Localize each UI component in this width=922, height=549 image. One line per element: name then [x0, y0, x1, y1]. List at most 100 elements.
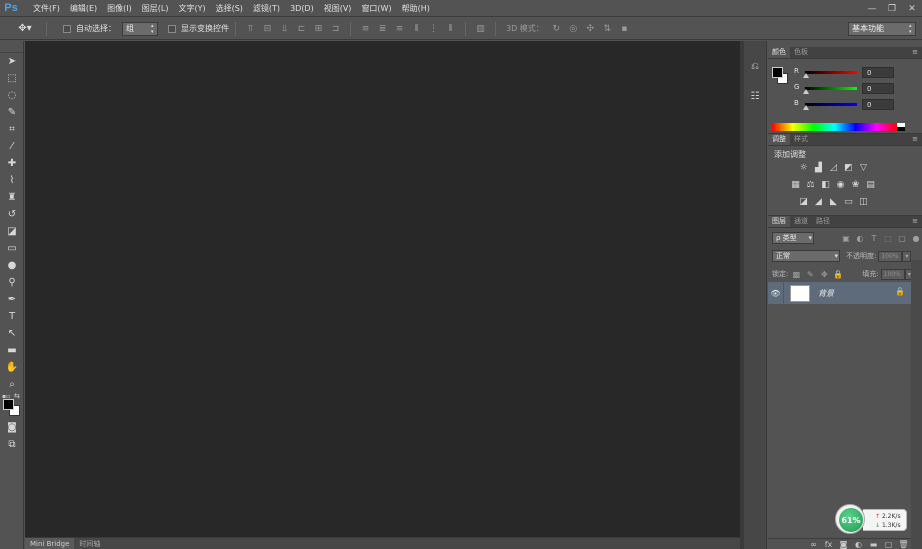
path-select-tool-icon[interactable]: ↖ [0, 325, 24, 342]
hand-tool-icon[interactable]: ✋ [0, 359, 24, 376]
slider-track-b[interactable] [805, 103, 857, 106]
history-brush-tool-icon[interactable]: ↺ [0, 206, 24, 223]
show-transform-checkbox[interactable] [168, 24, 176, 33]
eraser-tool-icon[interactable]: ◪ [0, 223, 24, 240]
distribute-hcenter-icon[interactable]: ⋮ [427, 23, 440, 35]
lock-position-icon[interactable]: ✥ [818, 268, 830, 280]
3d-scale-icon[interactable]: ▪ [618, 23, 631, 35]
layer-thumbnail[interactable] [790, 284, 810, 302]
shape-tool-icon[interactable]: ▬ [0, 342, 24, 359]
3d-rotate-icon[interactable]: ↻ [550, 23, 563, 35]
color-spectrum[interactable] [772, 123, 897, 131]
crop-tool-icon[interactable]: ⌗ [0, 121, 24, 138]
layer-row[interactable]: 👁 背景 🔒 [768, 282, 911, 304]
menu-image[interactable]: 图像(I) [102, 0, 137, 17]
align-bottom-icon[interactable]: ⫫ [278, 23, 291, 35]
align-right-icon[interactable]: ⊐ [329, 23, 342, 35]
slider-value-r[interactable]: 0 [862, 67, 894, 78]
swap-colors-icon[interactable]: ⇆ [14, 392, 20, 400]
distribute-bottom-icon[interactable]: ≡ [393, 23, 406, 35]
layer-name[interactable]: 背景 [818, 288, 834, 299]
dodge-tool-icon[interactable]: ⚲ [0, 274, 24, 291]
move-tool-icon[interactable]: ✥▾ [10, 20, 40, 38]
menu-window[interactable]: 窗口(W) [356, 0, 396, 17]
menu-3d[interactable]: 3D(D) [285, 0, 319, 17]
healing-brush-tool-icon[interactable]: ✚ [0, 155, 24, 172]
align-vcenter-icon[interactable]: ⊟ [261, 23, 274, 35]
add-mask-icon[interactable]: ◙ [836, 540, 851, 549]
kind-filter-dropdown[interactable]: ρ 类型 [772, 232, 814, 244]
pen-tool-icon[interactable]: ✒ [0, 291, 24, 308]
vibrance-icon[interactable]: ▽ [856, 162, 871, 174]
menu-view[interactable]: 视图(V) [319, 0, 357, 17]
photo-filter-icon[interactable]: ◉ [833, 179, 848, 191]
network-speed-widget[interactable]: ↑ 2.2K/s ↓ 1.3K/s 61% [835, 504, 907, 534]
new-adjustment-icon[interactable]: ◐ [851, 540, 866, 549]
color-balance-icon[interactable]: ⚖ [803, 179, 818, 191]
zoom-tool-icon[interactable]: ⌕ [0, 376, 24, 393]
slider-track-r[interactable] [805, 71, 857, 74]
move-tool-icon[interactable]: ➤ [0, 53, 24, 70]
opacity-arrow[interactable]: ▾ [902, 250, 912, 262]
3d-pan-icon[interactable]: ✣ [584, 23, 597, 35]
tab-adjustments[interactable]: 调整 [768, 134, 790, 145]
workspace-dropdown[interactable]: 基本功能 [848, 22, 916, 36]
close-button[interactable]: ✕ [902, 0, 922, 17]
auto-select-dropdown[interactable]: 组 [122, 21, 158, 36]
exposure-icon[interactable]: ◩ [841, 162, 856, 174]
align-hcenter-icon[interactable]: ⊞ [312, 23, 325, 35]
panel-foreground-swatch[interactable] [772, 67, 783, 78]
menu-help[interactable]: 帮助(H) [397, 0, 435, 17]
distribute-right-icon[interactable]: ⦀ [444, 23, 457, 35]
distribute-top-icon[interactable]: ≡ [359, 23, 372, 35]
lock-transparent-icon[interactable]: ▩ [790, 268, 802, 280]
clone-stamp-tool-icon[interactable]: ♜ [0, 189, 24, 206]
slider-thumb-g[interactable] [803, 89, 809, 94]
layers-scrollbar[interactable] [911, 260, 922, 549]
tab-styles[interactable]: 样式 [790, 134, 812, 145]
filter-shape-icon[interactable]: ⬚ [882, 232, 894, 244]
brightness-icon[interactable]: ☼ [796, 162, 811, 174]
screen-mode-icon[interactable]: ⧉ [0, 436, 24, 453]
blur-tool-icon[interactable]: ● [0, 257, 24, 274]
align-left-icon[interactable]: ⊏ [295, 23, 308, 35]
new-group-icon[interactable]: ▬ [866, 540, 881, 549]
panel-menu-icon[interactable]: ≡ [912, 135, 918, 143]
brush-tool-icon[interactable]: ⌇ [0, 172, 24, 189]
tab-paths[interactable]: 路径 [812, 216, 834, 227]
minimize-button[interactable]: — [862, 0, 882, 17]
filter-smart-icon[interactable]: ▢ [896, 232, 908, 244]
auto-select-checkbox[interactable] [63, 24, 71, 33]
filter-toggle-icon[interactable]: ● [910, 232, 922, 244]
tab-color[interactable]: 颜色 [768, 47, 790, 58]
marquee-tool-icon[interactable]: ⬚ [0, 70, 24, 87]
gradient-tool-icon[interactable]: ▭ [0, 240, 24, 257]
menu-layer[interactable]: 图层(L) [137, 0, 174, 17]
slider-value-g[interactable]: 0 [862, 83, 894, 94]
fill-input[interactable]: 100% [880, 268, 905, 280]
filter-adjustment-icon[interactable]: ◐ [854, 232, 866, 244]
lock-all-icon[interactable]: 🔒 [832, 268, 844, 280]
lock-image-icon[interactable]: ✎ [804, 268, 816, 280]
3d-roll-icon[interactable]: ◎ [567, 23, 580, 35]
posterize-icon[interactable]: ◢ [811, 196, 826, 208]
slider-value-b[interactable]: 0 [862, 99, 894, 110]
tab-layers[interactable]: 图层 [768, 216, 790, 227]
restore-button[interactable]: ❐ [882, 0, 902, 17]
spectrum-black-white[interactable] [897, 123, 905, 131]
threshold-icon[interactable]: ◣ [826, 196, 841, 208]
panel-menu-icon[interactable]: ≡ [912, 48, 918, 56]
menu-edit[interactable]: 编辑(E) [65, 0, 102, 17]
type-tool-icon[interactable]: T [0, 308, 24, 325]
gradient-map-icon[interactable]: ▭ [841, 196, 856, 208]
menu-file[interactable]: 文件(F) [28, 0, 65, 17]
tab-swatches[interactable]: 色板 [790, 47, 812, 58]
invert-icon[interactable]: ◪ [796, 196, 811, 208]
filter-type-icon[interactable]: T [868, 232, 880, 244]
color-lookup-icon[interactable]: ▤ [863, 179, 878, 191]
distribute-vcenter-icon[interactable]: ≣ [376, 23, 389, 35]
delete-layer-icon[interactable]: 🗑 [896, 540, 911, 549]
opacity-input[interactable]: 100% [878, 250, 903, 262]
foreground-color-swatch[interactable] [3, 399, 14, 410]
tab-timeline[interactable]: 时间轴 [74, 538, 105, 549]
